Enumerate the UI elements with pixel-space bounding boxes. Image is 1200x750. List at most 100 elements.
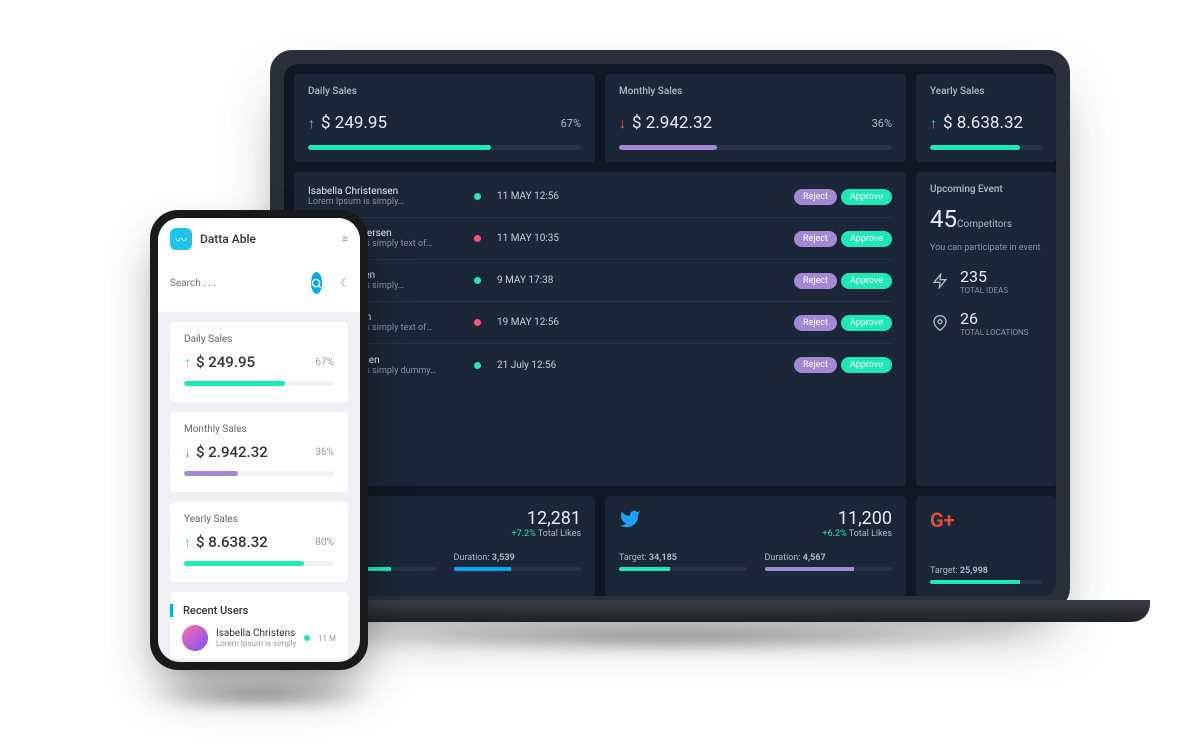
user-time: 11 MAY 10:35 — [497, 233, 607, 244]
user-row[interactable]: Isabella ChristensenLorem Ipsum is simpl… — [308, 176, 892, 218]
duration-label: Duration: — [765, 553, 801, 563]
card-percent: 67% — [561, 117, 581, 130]
progress-bar — [765, 567, 854, 571]
moon-icon[interactable]: ☾ — [338, 276, 353, 290]
twitter-card[interactable]: 11,200+6.2% Total Likes Target: 34,185 D… — [605, 496, 906, 596]
user-row[interactable]: Albert AndersenLorem Ipsum is simply dum… — [308, 344, 892, 386]
arrow-up-icon: ↑ — [930, 115, 937, 132]
approve-button[interactable]: Approve — [841, 273, 892, 289]
arrow-down-icon: ↓ — [619, 115, 626, 132]
reject-button[interactable]: Reject — [794, 357, 837, 373]
monthly-sales-card[interactable]: Monthly Sales ↓ $ 2.942.32 36% — [605, 74, 906, 162]
card-title: Daily Sales — [308, 86, 581, 97]
daily-sales-card[interactable]: Daily Sales ↑ $ 249.95 67% — [294, 74, 595, 162]
status-dot-icon — [474, 362, 481, 369]
reject-button[interactable]: Reject — [794, 189, 837, 205]
laptop-frame: Daily Sales ↑ $ 249.95 67% Monthly Sales … — [270, 50, 1070, 610]
user-row[interactable]: Ida JorgensenLorem Ipsum is simply text … — [308, 302, 892, 344]
target-value: 34,185 — [649, 553, 677, 563]
twitter-icon — [619, 508, 641, 530]
card-amount: $ 8.638.32 — [196, 533, 268, 551]
brand-name: Datta Able — [200, 232, 334, 246]
card-title: Yearly Sales — [930, 86, 1042, 97]
duration-value: 4,567 — [803, 553, 826, 563]
google-plus-icon: G+ — [930, 508, 955, 532]
user-subtext: Lorem Ipsum is simply… — [308, 197, 458, 207]
avatar — [182, 625, 208, 651]
card-amount: $ 249.95 — [196, 353, 255, 371]
event-number-label: Competitors — [957, 219, 1012, 230]
social-count: 12,281 — [511, 508, 581, 529]
yearly-sales-card[interactable]: Yearly Sales ↑$ 8.638.32 — [916, 74, 1056, 162]
card-title: Daily Sales — [184, 334, 334, 345]
status-dot-icon — [474, 319, 481, 326]
recent-user-row[interactable]: Isabella ChristensenLorem Ipsum is simpl… — [170, 625, 348, 651]
card-amount: $ 2.942.32 — [632, 113, 712, 133]
recent-users-table: Isabella ChristensenLorem Ipsum is simpl… — [294, 172, 906, 486]
kpi-number: 26 — [960, 309, 1028, 328]
phone-frame: 〰 Datta Able ≡ ☾ 🔔︎▾ ⚙▾ Daily Sales ↑$ 2… — [150, 210, 368, 670]
user-time: 19 MAY 12:56 — [497, 317, 607, 328]
social-delta: +7.2% — [511, 529, 535, 539]
target-value: 25,998 — [960, 566, 988, 576]
search-input[interactable] — [170, 278, 303, 289]
yearly-sales-card-mobile[interactable]: Yearly Sales ↑$ 8.638.3280% — [170, 502, 348, 582]
phone-header: 〰 Datta Able ≡ — [158, 218, 360, 260]
progress-bar — [619, 145, 717, 150]
status-dot-icon — [474, 193, 481, 200]
googleplus-card[interactable]: G+ Target: 25,998 — [916, 496, 1056, 596]
approve-button[interactable]: Approve — [841, 315, 892, 331]
social-delta: +6.2% — [822, 529, 846, 539]
arrow-up-icon: ↑ — [308, 115, 315, 132]
phone-shadow — [140, 680, 380, 710]
reject-button[interactable]: Reject — [794, 315, 837, 331]
logo-icon: 〰 — [170, 228, 192, 250]
menu-icon[interactable]: ≡ — [342, 234, 348, 245]
social-likes-label: Total Likes — [849, 529, 892, 539]
progress-bar — [930, 145, 1020, 150]
reject-button[interactable]: Reject — [794, 231, 837, 247]
user-row[interactable]: Karla SorensenLorem Ipsum is simply… 9 M… — [308, 260, 892, 302]
lightning-icon — [930, 271, 950, 291]
card-title: Upcoming Event — [930, 184, 1042, 195]
target-label: Target: — [930, 566, 958, 576]
user-name: Isabella Christensen — [216, 628, 296, 639]
reject-button[interactable]: Reject — [794, 273, 837, 289]
event-description: You can participate in event — [930, 243, 1042, 253]
approve-button[interactable]: Approve — [841, 189, 892, 205]
card-amount: $ 2.942.32 — [196, 443, 268, 461]
card-percent: 36% — [872, 117, 892, 130]
card-title: Monthly Sales — [184, 424, 334, 435]
approve-button[interactable]: Approve — [841, 357, 892, 373]
progress-bar — [184, 471, 238, 476]
daily-sales-card-mobile[interactable]: Daily Sales ↑$ 249.9567% — [170, 322, 348, 402]
progress-bar — [454, 567, 511, 571]
recent-users-card-mobile: Recent Users Isabella ChristensenLorem I… — [170, 592, 348, 659]
status-dot-icon — [304, 635, 310, 641]
social-likes-label: Total Likes — [538, 529, 581, 539]
card-amount: $ 249.95 — [321, 113, 387, 133]
kpi-label: TOTAL LOCATIONS — [960, 328, 1028, 337]
status-dot-icon — [474, 235, 481, 242]
event-number: 45 — [930, 205, 957, 233]
sales-cards-row: Daily Sales ↑ $ 249.95 67% Monthly Sales … — [294, 74, 1056, 162]
arrow-down-icon: ↓ — [184, 444, 191, 461]
social-count: 11,200 — [822, 508, 892, 529]
monthly-sales-card-mobile[interactable]: Monthly Sales ↓$ 2.942.3236% — [170, 412, 348, 492]
search-button[interactable] — [311, 272, 322, 294]
map-pin-icon — [930, 313, 950, 333]
progress-bar — [619, 567, 670, 571]
approve-button[interactable]: Approve — [841, 231, 892, 247]
duration-value: 3,539 — [492, 553, 515, 563]
upcoming-event-card: Upcoming Event 45Competitors You can par… — [916, 172, 1056, 486]
card-percent: 80% — [315, 537, 334, 548]
status-dot-icon — [474, 277, 481, 284]
user-time: 11 M — [318, 634, 336, 643]
user-time: 11 MAY 12:56 — [497, 191, 607, 202]
card-title: Monthly Sales — [619, 86, 892, 97]
kpi-number: 235 — [960, 267, 1008, 286]
progress-bar — [308, 145, 491, 150]
user-row[interactable]: Mathilde AndersenLorem Ipsum is simply t… — [308, 218, 892, 260]
duration-label: Duration: — [454, 553, 490, 563]
card-percent: 67% — [315, 357, 334, 368]
